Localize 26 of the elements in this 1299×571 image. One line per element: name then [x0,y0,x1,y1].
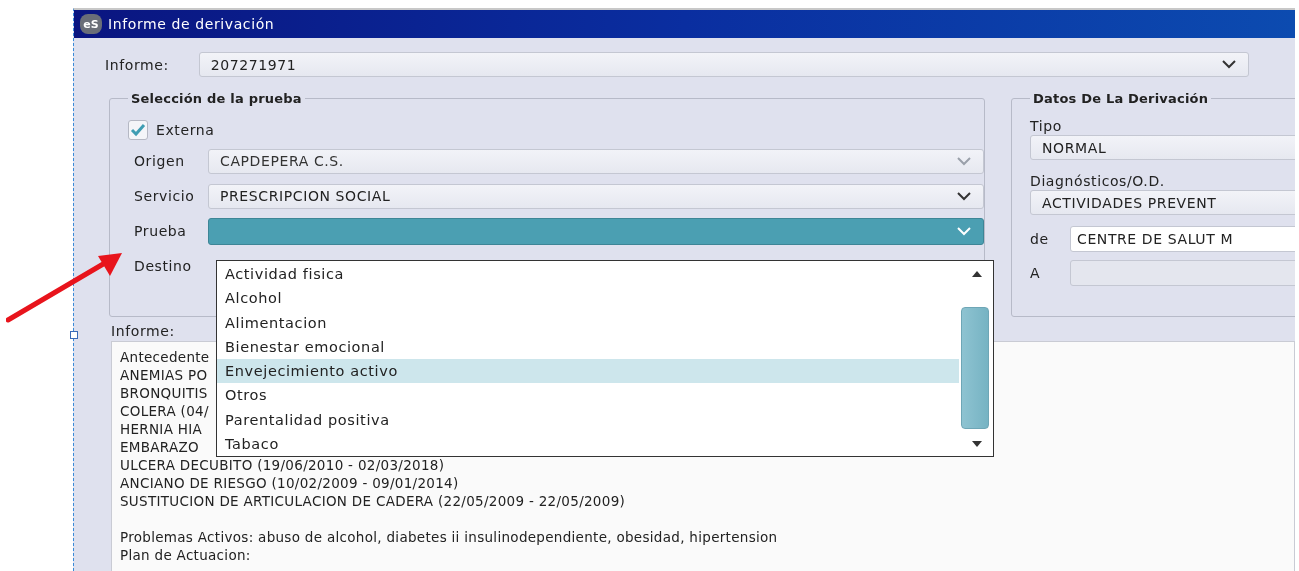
field-label: Diagnósticos/O.D. [1030,173,1166,189]
report-line: HERNIA HIA [120,420,203,438]
field-label: Informe: [111,323,175,339]
report-line: ANCIANO DE RIESGO (10/02/2009 - 09/01/2014) [120,474,459,492]
field-label: Prueba [133,223,188,239]
field-label: Informe: [105,56,169,73]
report-line: SUSTITUCION DE ARTICULACION DE CADERA (22/05/2009 - 22/05/2009) [120,492,626,510]
report-line: Plan de Actuacion: [120,546,251,564]
report-line: EMBARAZO [120,438,200,456]
report-line: ULCERA DECUBITO (19/06/2010 - 02/03/2018) [120,456,445,474]
window-title: Informe de derivación [108,16,275,32]
report-line: ANEMIAS PO [120,366,208,384]
field-label: Servicio [133,188,196,204]
report-line: BRONQUITIS [120,384,208,402]
report-line: COLERA (04/ [120,402,209,420]
field-label: Tipo [1030,118,1063,134]
field-label: Destino [133,258,193,274]
report-line: Problemas Activos: abuso de alcohol, diabetes ii insulinodependiente, obesidad, hipertension [120,528,778,546]
group-title: Selección de la prueba [130,91,303,106]
field-label: A [1030,265,1042,281]
group-title: Datos De La Derivación [1032,91,1210,106]
field-label: de [1030,231,1050,247]
checkbox-label: Externa [156,122,215,138]
report-line: Antecedente [120,348,210,366]
field-label: Origen [133,153,186,169]
app-icon: eS [80,14,102,34]
